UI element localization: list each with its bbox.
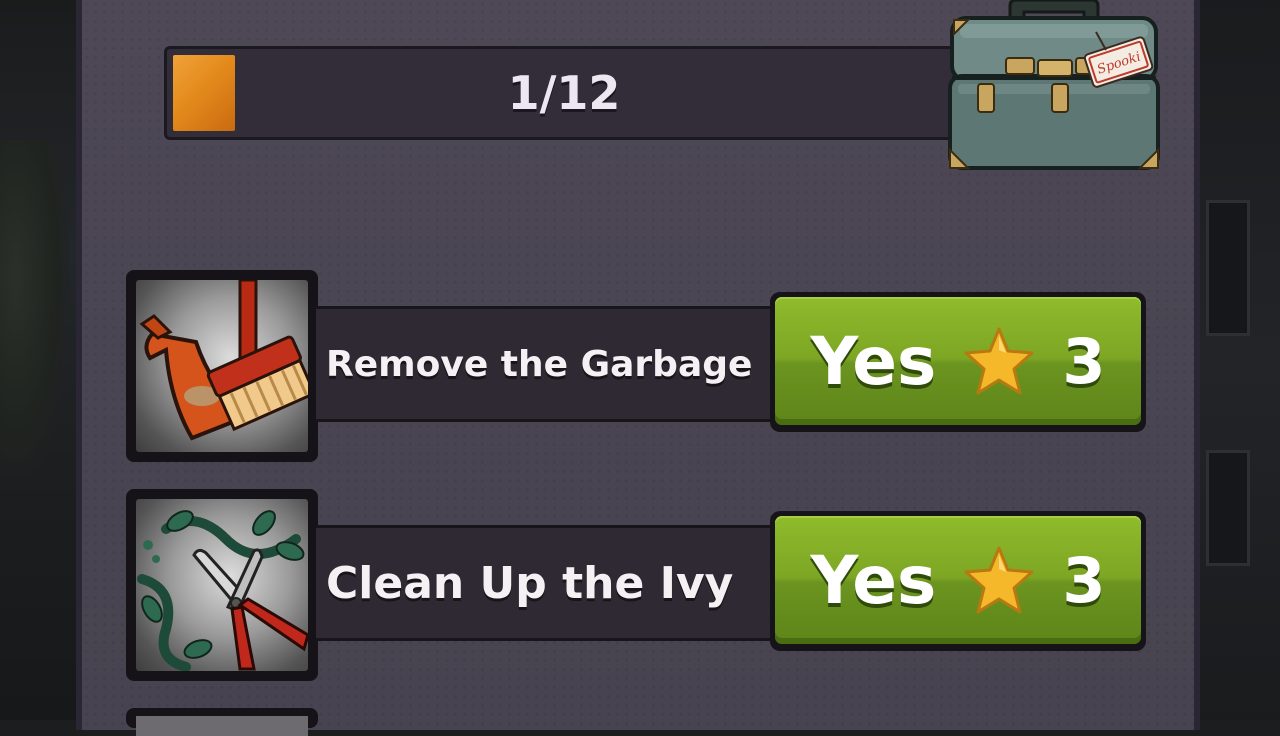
task-row-clean-ivy: Clean Up the Ivy Yes 3 (126, 489, 1148, 681)
dustpan-broom-icon (136, 280, 308, 452)
background-window (1206, 450, 1250, 566)
yes-button-remove-garbage[interactable]: Yes 3 (770, 292, 1146, 432)
task-label: Remove the Garbage (326, 343, 753, 385)
background-window (1206, 200, 1250, 336)
task-icon-frame (126, 270, 318, 462)
task-label: Clean Up the Ivy (326, 557, 734, 609)
star-cost: 3 (1062, 324, 1106, 398)
star-icon (962, 545, 1036, 615)
yes-button-label: Yes (810, 322, 937, 400)
pruning-shears-ivy-icon (136, 499, 308, 671)
star-cost: 3 (1062, 543, 1106, 617)
progress-text: 1/12 (507, 66, 621, 120)
yes-button-label: Yes (810, 541, 937, 619)
background-right (1196, 0, 1280, 720)
background-left (0, 0, 80, 720)
toolbox-icon[interactable]: Spooki (946, 0, 1162, 175)
task-icon-frame (126, 489, 318, 681)
task-row-remove-garbage: Remove the Garbage Yes 3 (126, 270, 1148, 462)
star-icon (962, 326, 1036, 396)
yes-button-clean-ivy[interactable]: Yes 3 (770, 511, 1146, 651)
task-icon-frame-partial (126, 708, 318, 736)
progress-bar: 1/12 (164, 46, 964, 140)
background-tree (0, 140, 70, 480)
